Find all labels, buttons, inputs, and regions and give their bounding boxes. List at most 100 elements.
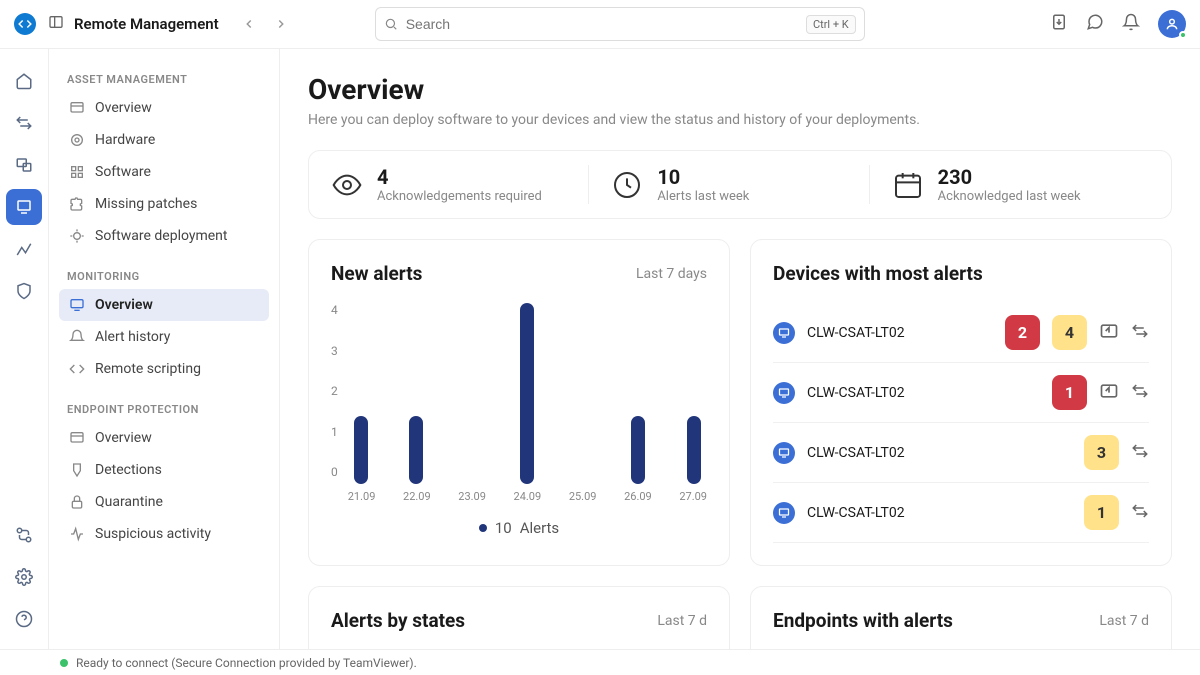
stat-2: 230Acknowledged last week (869, 165, 1149, 204)
rail-shield[interactable] (6, 273, 42, 309)
sidebar-item-quarantine[interactable]: Quarantine (59, 486, 269, 518)
stat-label: Alerts last week (657, 189, 749, 204)
status-text: Ready to connect (Secure Connection prov… (76, 656, 417, 670)
card-new-alerts: New alerts Last 7 days 43210 21.0922.092… (308, 239, 730, 566)
sidebar-item-label: Remote scripting (95, 361, 201, 377)
statusbar: Ready to connect (Secure Connection prov… (0, 649, 1200, 675)
install-icon[interactable] (1050, 13, 1068, 35)
device-name: CLW-CSAT-LT02 (807, 505, 1072, 521)
stat-value: 4 (377, 165, 542, 189)
connect-button[interactable] (1131, 322, 1149, 344)
sidebar-item-detections[interactable]: Detections (59, 454, 269, 486)
sidebar-item-hardware[interactable]: Hardware (59, 124, 269, 156)
topbar: Remote Management Ctrl + K (0, 0, 1200, 49)
rail-swap[interactable] (6, 105, 42, 141)
stat-label: Acknowledged last week (938, 189, 1081, 204)
device-row: CLW-CSAT-LT02 3 (773, 423, 1149, 483)
bar-24.09 (520, 303, 534, 484)
rail-devices[interactable] (6, 147, 42, 183)
section-label: ENDPOINT PROTECTION (59, 397, 269, 422)
section-label: ASSET MANAGEMENT (59, 67, 269, 92)
sidebar-item-label: Software (95, 164, 151, 180)
clock-icon (611, 169, 643, 201)
panel-icon[interactable] (48, 14, 64, 34)
bell-icon[interactable] (1122, 13, 1140, 35)
card-title: Devices with most alerts (773, 262, 983, 285)
sidebar-item-suspicious-activity[interactable]: Suspicious activity (59, 518, 269, 550)
device-icon (773, 442, 795, 464)
avatar[interactable] (1158, 10, 1186, 38)
stat-value: 10 (657, 165, 749, 189)
section-label: MONITORING (59, 264, 269, 289)
app-title: Remote Management (74, 15, 219, 33)
eye-icon (331, 169, 363, 201)
rail-home[interactable] (6, 63, 42, 99)
page-subtitle: Here you can deploy software to your dev… (308, 112, 1172, 128)
lock-icon (69, 494, 85, 510)
dashboard-icon (69, 430, 85, 446)
back-button[interactable] (235, 10, 263, 38)
rail-analytics[interactable] (6, 231, 42, 267)
sidebar-item-missing-patches[interactable]: Missing patches (59, 188, 269, 220)
forward-button[interactable] (267, 10, 295, 38)
sidebar-item-overview[interactable]: Overview (59, 422, 269, 454)
card-range: Last 7 days (636, 266, 707, 282)
activity-icon (69, 526, 85, 542)
sidebar-item-label: Missing patches (95, 196, 197, 212)
device-row: CLW-CSAT-LT02 1 (773, 483, 1149, 543)
device-icon (773, 382, 795, 404)
sidebar-item-software-deployment[interactable]: Software deployment (59, 220, 269, 252)
chart: 43210 21.0922.0923.0924.0925.0926.0927.0… (331, 303, 707, 503)
stat-label: Acknowledgements required (377, 189, 542, 204)
sidebar-item-label: Overview (95, 297, 153, 313)
bar-22.09 (409, 416, 423, 484)
search-input[interactable]: Ctrl + K (375, 7, 865, 41)
rail-remote-mgmt[interactable] (6, 189, 42, 225)
legend-dot (479, 524, 487, 532)
tag-icon (69, 462, 85, 478)
screenshot-button[interactable] (1099, 381, 1119, 405)
device-icon (773, 322, 795, 344)
presence-dot (1179, 31, 1187, 39)
chart-legend: 10 Alerts (331, 519, 707, 537)
device-row: CLW-CSAT-LT02 1 (773, 363, 1149, 423)
sidebar-item-overview[interactable]: Overview (59, 92, 269, 124)
bell-icon (69, 329, 85, 345)
sidebar-item-label: Suspicious activity (95, 526, 211, 542)
sidebar-item-remote-scripting[interactable]: Remote scripting (59, 353, 269, 385)
search-shortcut: Ctrl + K (806, 15, 856, 34)
connect-button[interactable] (1131, 442, 1149, 464)
page-title: Overview (308, 73, 1172, 106)
rail-help[interactable] (6, 601, 42, 637)
sidebar-item-label: Software deployment (95, 228, 228, 244)
device-row: CLW-CSAT-LT02 24 (773, 303, 1149, 363)
stat-value: 230 (938, 165, 1081, 189)
bar-21.09 (354, 416, 368, 484)
device-name: CLW-CSAT-LT02 (807, 445, 1072, 461)
sidebar-item-alert-history[interactable]: Alert history (59, 321, 269, 353)
app-logo (14, 13, 36, 35)
sidebar-item-software[interactable]: Software (59, 156, 269, 188)
sidebar-item-overview[interactable]: Overview (59, 289, 269, 321)
content: Overview Here you can deploy software to… (280, 49, 1200, 649)
badge-critical: 1 (1052, 375, 1087, 410)
device-icon (773, 502, 795, 524)
card-endpoints-with-alerts: Endpoints with alerts Last 7 d (750, 586, 1172, 649)
device-name: CLW-CSAT-LT02 (807, 325, 993, 341)
badge-warning: 1 (1084, 495, 1119, 530)
nav-arrows (235, 10, 295, 38)
connect-button[interactable] (1131, 382, 1149, 404)
code-icon (69, 361, 85, 377)
chat-icon[interactable] (1086, 13, 1104, 35)
rail-settings[interactable] (6, 559, 42, 595)
monitor-icon (69, 297, 85, 313)
rail-workflow[interactable] (6, 517, 42, 553)
connect-button[interactable] (1131, 502, 1149, 524)
deploy-icon (69, 228, 85, 244)
badge-warning: 4 (1052, 315, 1087, 350)
screenshot-button[interactable] (1099, 321, 1119, 345)
puzzle-icon (69, 196, 85, 212)
badge-warning: 3 (1084, 435, 1119, 470)
search-icon (384, 17, 398, 31)
card-devices-most-alerts: Devices with most alerts CLW-CSAT-LT02 2… (750, 239, 1172, 566)
